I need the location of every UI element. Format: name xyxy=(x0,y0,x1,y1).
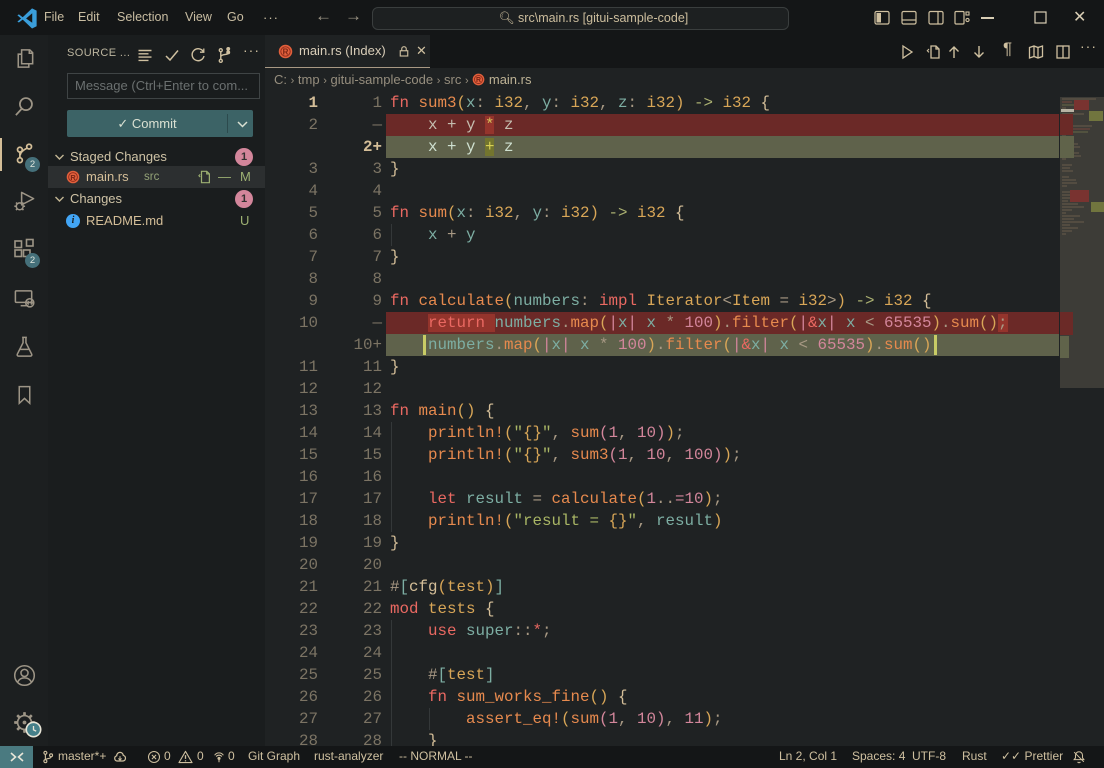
svg-text:R: R xyxy=(476,77,481,84)
svg-text:R: R xyxy=(70,173,76,182)
svg-text:R: R xyxy=(283,48,289,57)
